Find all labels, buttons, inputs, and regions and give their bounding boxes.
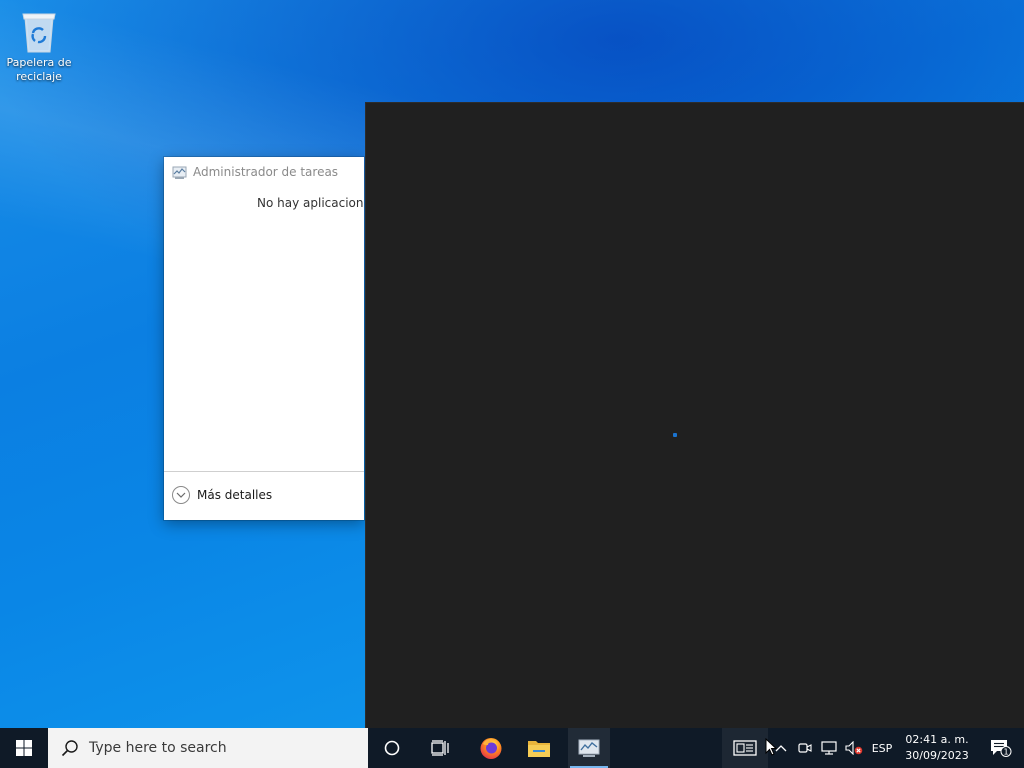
folder-icon [528, 741, 550, 757]
network-icon [821, 741, 837, 755]
news-icon [733, 740, 757, 756]
desktop-icon-recycle-bin[interactable]: Papelera de reciclaje [4, 6, 74, 84]
loading-app-window[interactable] [365, 102, 1024, 728]
cortana-icon [384, 740, 400, 756]
recycle-bin-icon [22, 13, 56, 53]
taskbar-firefox-button[interactable] [470, 728, 512, 768]
firefox-icon [480, 738, 502, 759]
task-manager-icon [172, 166, 187, 179]
taskbar: Type here to search ESP 02:41 a. m. 30/0… [0, 728, 1024, 768]
desktop-icon-label: Papelera de reciclaje [6, 56, 72, 83]
windows-logo-icon [16, 740, 32, 756]
taskbar-file-explorer-button[interactable] [518, 728, 560, 768]
more-details-label: Más detalles [197, 488, 273, 502]
notification-icon: 1 [991, 740, 1012, 757]
input-language-indicator[interactable]: ESP [868, 728, 896, 768]
news-and-interests-button[interactable] [722, 728, 768, 768]
clock-time: 02:41 a. m. [905, 733, 969, 746]
action-center-button[interactable]: 1 [978, 728, 1024, 768]
taskbar-search-box[interactable]: Type here to search [48, 728, 368, 768]
task-view-button[interactable] [420, 728, 460, 768]
volume-button[interactable] [843, 728, 865, 768]
task-manager-footer: Más detalles [164, 471, 364, 520]
search-icon [61, 740, 78, 757]
taskbar-task-manager-button[interactable] [568, 728, 610, 768]
task-manager-title: Administrador de tareas [193, 165, 339, 179]
network-button[interactable] [818, 728, 840, 768]
cortana-button[interactable] [372, 728, 412, 768]
clock-date: 30/09/2023 [905, 749, 969, 762]
start-button[interactable] [0, 728, 48, 768]
chevron-down-icon [172, 486, 190, 504]
mouse-pointer-icon [765, 738, 777, 756]
task-manager-titlebar[interactable]: Administrador de tareas [164, 157, 364, 187]
meet-now-icon [798, 743, 812, 753]
clock[interactable]: 02:41 a. m. 30/09/2023 [898, 728, 976, 768]
search-placeholder: Type here to search [89, 740, 227, 756]
task-manager-icon [578, 739, 600, 757]
task-manager-window[interactable]: Administrador de tareas No hay aplicacio… [164, 157, 364, 520]
task-view-icon [431, 740, 449, 756]
more-details-button[interactable]: Más detalles [172, 486, 272, 504]
meet-now-button[interactable] [796, 728, 814, 768]
notification-count: 1 [1003, 747, 1008, 756]
loading-spinner-icon [673, 433, 677, 437]
desktop: Papelera de reciclaje Administrador de t… [0, 0, 1024, 728]
volume-muted-icon [845, 741, 863, 755]
no-apps-message: No hay aplicaciones [257, 196, 364, 210]
